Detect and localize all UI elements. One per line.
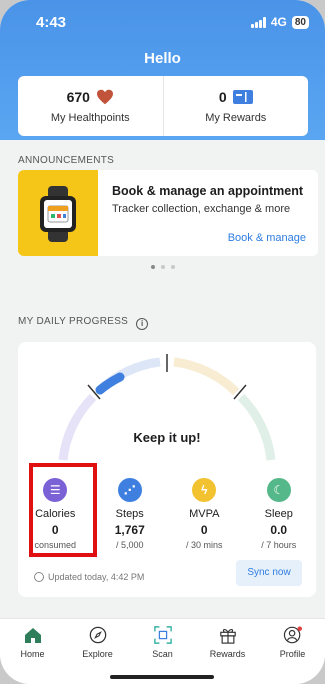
tab-label: Explore [82,649,113,659]
pager-dot[interactable] [160,265,165,269]
metric-name: Steps [115,508,144,520]
announcement-title: Book & manage an appointment [112,184,303,198]
metric-unit: / 30 mins [185,540,223,550]
metric-sleep[interactable]: ☾ Sleep 0.0 / 7 hours [242,478,317,550]
tab-home[interactable]: Home [0,619,65,684]
home-icon [24,628,41,643]
info-icon[interactable]: i [136,318,149,330]
progress-gauge [58,354,276,461]
tab-label: Home [20,649,45,659]
battery-icon: 80 [291,15,309,29]
tab-label: Scan [152,649,173,659]
rewards-label: My Rewards [205,111,267,124]
rewards-stat[interactable]: 0 My Rewards [162,76,309,136]
book-manage-link[interactable]: Book & manage [228,232,306,244]
daily-progress-title: MY DAILY PROGRESS [18,316,129,327]
page-title: Hello [144,50,181,67]
metric-name: Sleep [264,508,293,520]
app-screen: 4:43 4G 80 Hello 670 My Healthpoints 0 M… [0,0,325,684]
profile-icon [283,626,302,644]
pager-dot[interactable] [170,265,175,269]
metric-value: 1,767 [114,523,145,537]
smartwatch-icon [40,186,76,242]
metric-value: 0.0 [270,523,288,537]
pager-dot[interactable] [150,265,155,269]
tab-profile[interactable]: Profile [260,619,325,684]
announcement-card[interactable]: Book & manage an appointment Tracker col… [18,170,318,256]
tab-label: Profile [279,649,306,659]
scan-icon [153,626,172,644]
rewards-value: 0 [218,88,227,105]
healthpoints-value: 670 [66,88,90,105]
ticket-icon [232,89,253,104]
status-time: 4:43 [36,14,67,31]
gift-icon [219,629,236,644]
metric-unit: / 7 hours [261,540,297,550]
metric-steps[interactable]: ⋰ Steps 1,767 / 5,000 [93,478,168,550]
announcement-image [18,170,98,256]
announcement-subtitle: Tracker collection, exchange & more [112,203,291,215]
signal-icon [250,16,266,28]
metric-name: MVPA [189,508,220,520]
metric-mvpa[interactable]: ϟ MVPA 0 / 30 mins [167,478,242,550]
home-indicator [110,675,214,679]
stats-card: 670 My Healthpoints 0 My Rewards [18,76,308,136]
updated-timestamp: Updated today, 4:42 PM [34,572,144,582]
network-label: 4G [270,15,287,29]
moon-icon: ☾ [266,478,291,502]
lightning-icon: ϟ [192,478,217,502]
status-bar: 4:43 4G 80 [0,10,325,36]
progress-message: Keep it up! [133,430,201,445]
tab-label: Rewards [209,649,246,659]
carousel-pager [0,265,325,269]
metric-unit: / 5,000 [115,540,144,550]
steps-icon: ⋰ [117,478,142,502]
compass-icon [89,626,106,644]
healthpoints-stat[interactable]: 670 My Healthpoints [18,76,163,136]
heart-icon [96,89,113,104]
metric-value: 0 [200,523,208,537]
announcements-title: ANNOUNCEMENTS [18,155,115,166]
calories-highlight-box [29,463,97,557]
clock-icon [34,572,44,582]
sync-now-button[interactable]: Sync now [236,560,302,586]
updated-text: Updated today, 4:42 PM [48,572,145,582]
healthpoints-label: My Healthpoints [50,111,130,124]
